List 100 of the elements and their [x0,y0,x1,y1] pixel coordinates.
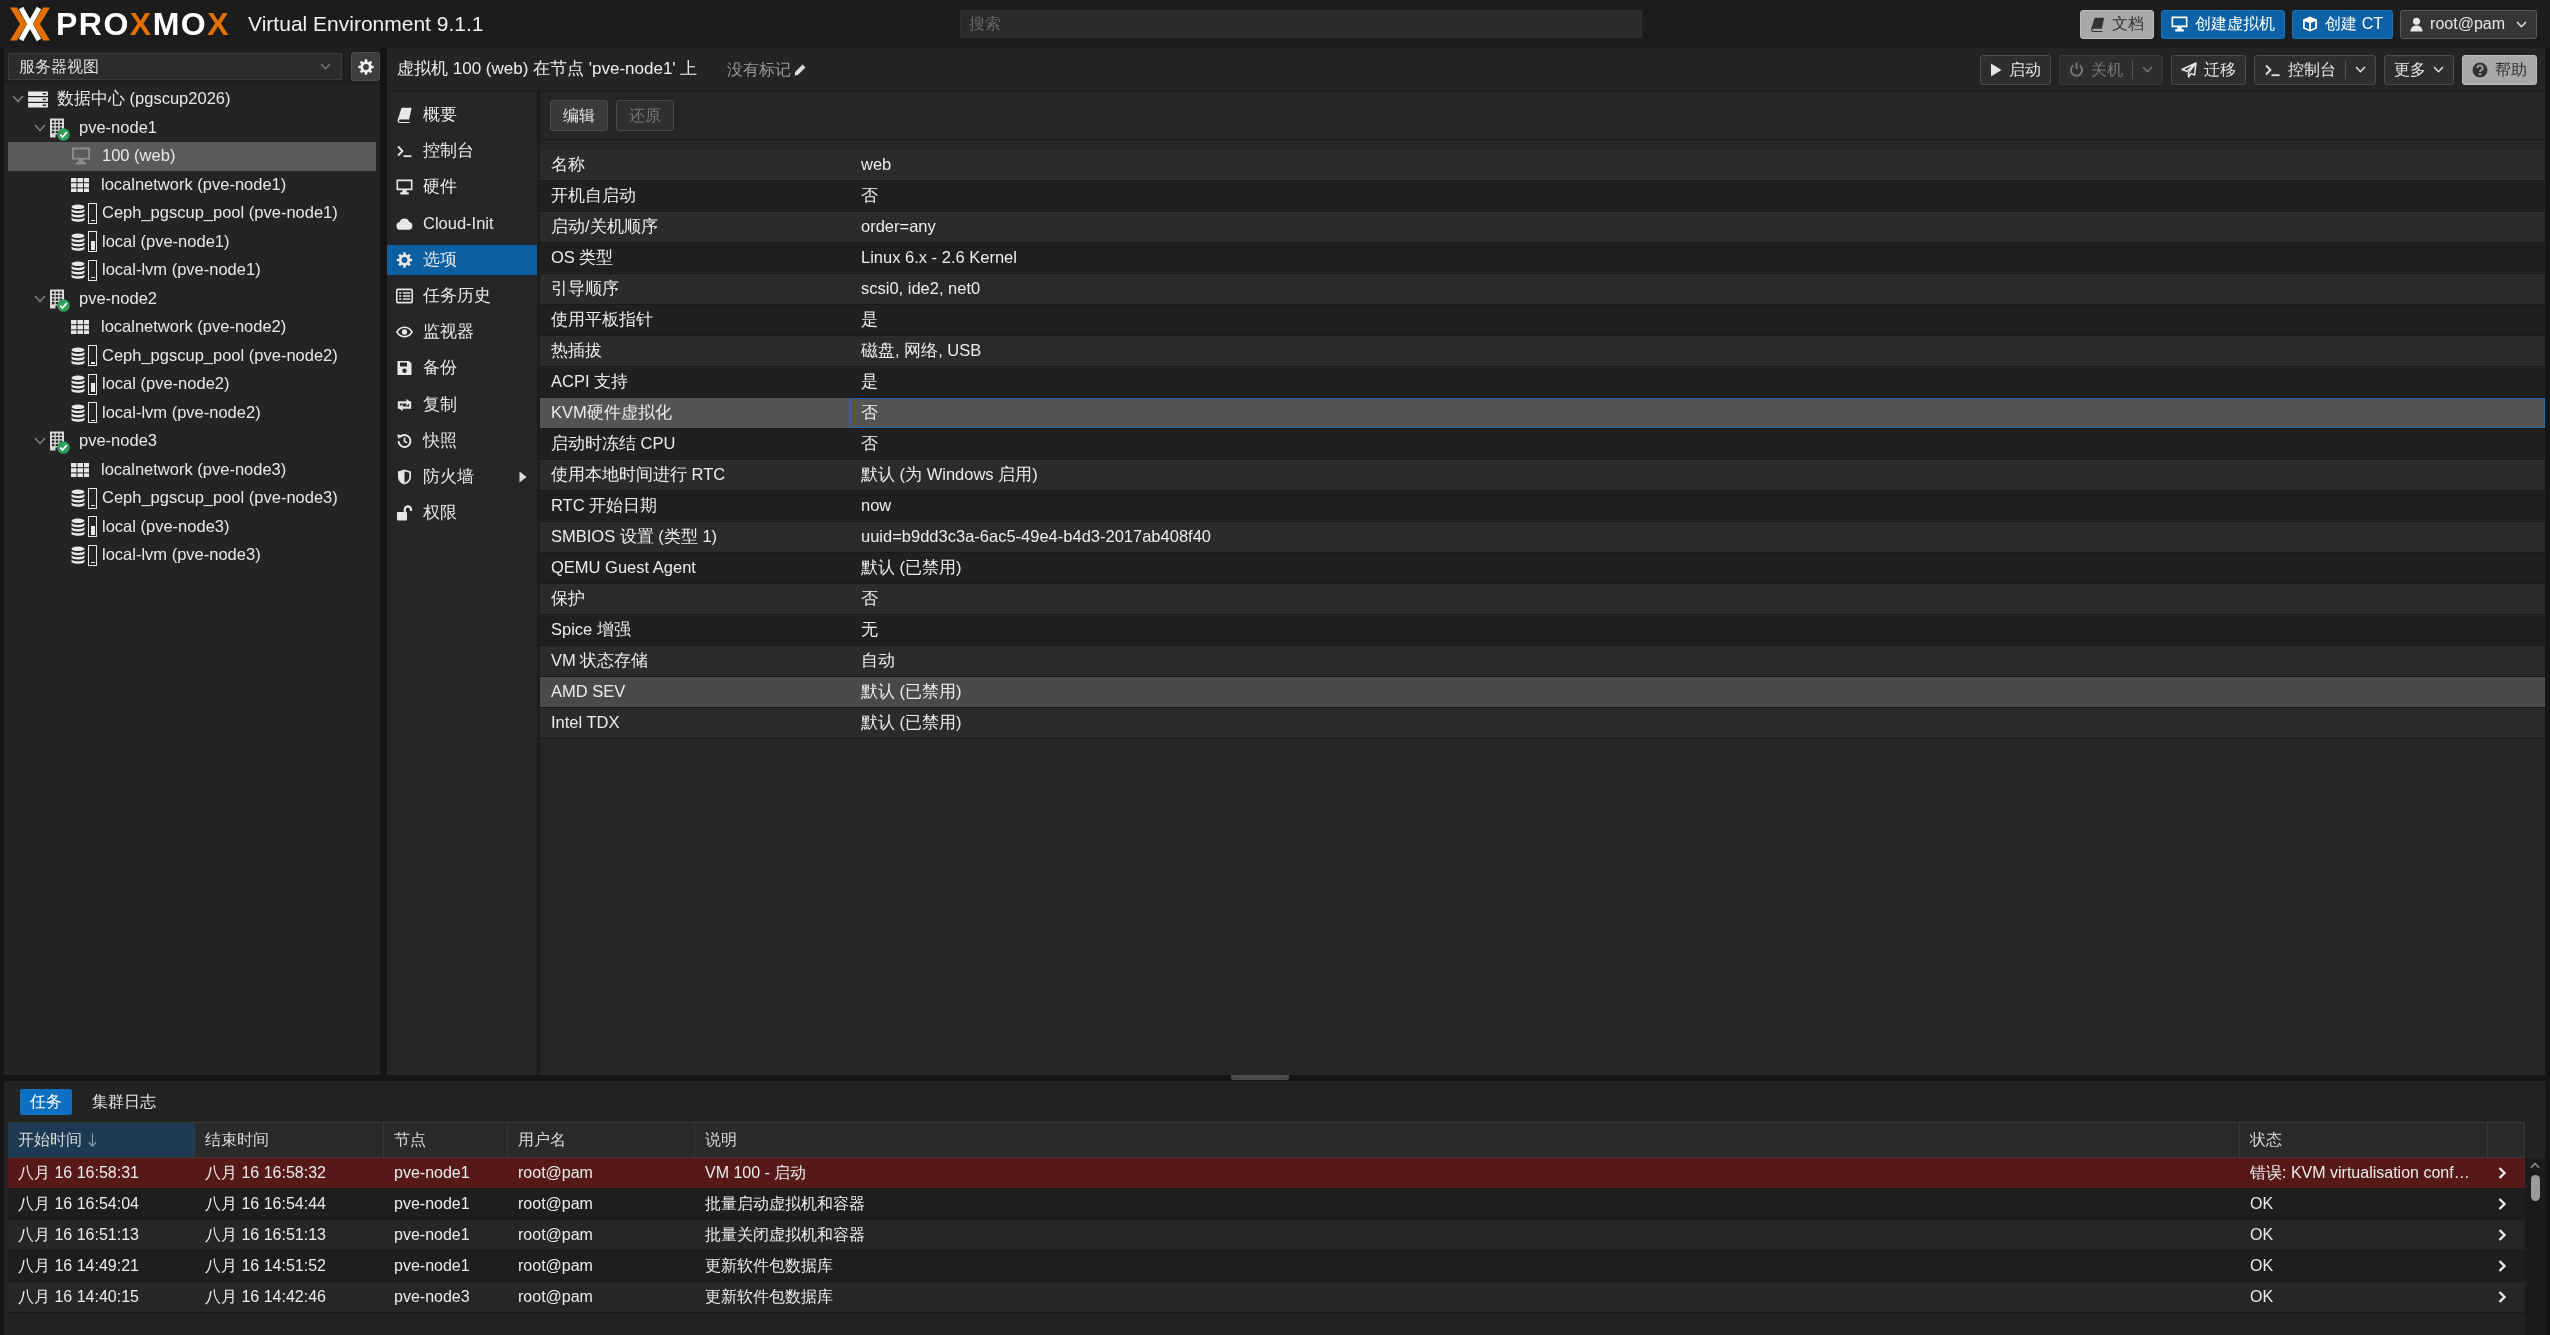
tree-item[interactable]: localnetwork (pve-node2) [8,313,376,342]
nav-menu-item[interactable]: 任务历史 [387,280,537,311]
options-row[interactable]: OS 类型 Linux 6.x - 2.6 Kernel [540,243,2545,274]
database-icon [71,261,85,280]
migrate-button[interactable]: 迁移 [2171,54,2246,85]
options-row[interactable]: ACPI 支持 是 [540,367,2545,398]
status-cell-text: OK [2249,1256,2275,1277]
chevron-right-icon[interactable] [2498,1260,2506,1272]
column-header[interactable]: 说明 [695,1123,2240,1157]
options-row[interactable]: 引导顺序 scsi0, ide2, net0 [540,274,2545,305]
nav-menu-item[interactable]: 控制台 [387,136,537,167]
view-selector-dropdown[interactable]: 服务器视图 [8,53,342,80]
tree-item[interactable]: pve-node1 [8,113,376,142]
nav-menu-item[interactable]: 选项 [387,244,537,275]
start-button[interactable]: 启动 [1980,54,2051,85]
column-header[interactable]: 开始时间 [8,1123,195,1157]
chevron-right-icon[interactable] [2498,1229,2506,1241]
options-row[interactable]: 使用平板指针 是 [540,305,2545,336]
options-row[interactable]: 名称 web [540,150,2545,181]
help-button[interactable]: 帮助 [2462,54,2537,85]
options-row[interactable]: Spice 增强 无 [540,615,2545,646]
property-name-cell-text: QEMU Guest Agent [550,557,697,579]
column-header[interactable]: 用户名 [508,1123,695,1157]
nav-menu-item[interactable]: 防火墙 [387,461,537,492]
tree-item[interactable]: Ceph_pgscup_pool (pve-node1) [8,199,376,228]
nav-menu-item[interactable]: 快照 [387,425,537,456]
property-value-cell-text: 否 [860,588,879,610]
nav-menu-item[interactable]: Cloud-Init [387,208,537,239]
options-row[interactable]: SMBIOS 设置 (类型 1) uuid=b9dd3c3a-6ac5-49e4-b4d3-2017ab408f40 [540,522,2545,553]
create-ct-button[interactable]: 创建 CT [2292,9,2394,39]
tree-item[interactable]: localnetwork (pve-node1) [8,170,376,199]
create-vm-button[interactable]: 创建虚拟机 [2161,9,2286,39]
tree-item[interactable]: local (pve-node3) [8,512,376,541]
task-row[interactable]: 八月 16 16:54:04 八月 16 16:54:44 pve-node1 root@pam 批量启动虚拟机和容器 OK [8,1189,2525,1220]
chevron-right-icon[interactable] [2498,1167,2506,1179]
panel-tab[interactable]: 任务 [20,1088,72,1115]
cube-icon [2302,16,2319,32]
search-field[interactable]: 搜索 [960,10,1642,38]
console-button[interactable]: 控制台 [2254,54,2376,85]
expand-caret-icon[interactable] [34,123,46,132]
tree-item[interactable]: local-lvm (pve-node2) [8,398,376,427]
grid-icon [71,177,89,192]
tree-item[interactable]: pve-node2 [8,284,376,313]
user-menu-button[interactable]: root@pam [2400,9,2537,39]
nav-menu-item[interactable]: 监视器 [387,317,537,348]
tree-item[interactable]: 数据中心 (pgscup2026) [8,85,376,114]
column-header[interactable]: 节点 [384,1123,508,1157]
tree-item[interactable]: local-lvm (pve-node1) [8,256,376,285]
options-row[interactable]: 启动/关机顺序 order=any [540,212,2545,243]
options-row[interactable]: 保护 否 [540,584,2545,615]
expand-caret-icon[interactable] [34,294,46,303]
logo-wordmark: PROXMOX [56,8,231,40]
options-row[interactable]: 启动时冻结 CPU 否 [540,429,2545,460]
expand-caret-icon[interactable] [34,437,46,446]
nav-menu-item[interactable]: 硬件 [387,172,537,203]
tree-item[interactable]: local-lvm (pve-node3) [8,541,376,570]
description-cell-text: 更新软件包数据库 [704,1256,834,1277]
options-row[interactable]: Intel TDX 默认 (已禁用) [540,708,2545,739]
more-button[interactable]: 更多 [2384,54,2454,85]
tree-item[interactable]: local (pve-node1) [8,227,376,256]
options-row[interactable]: KVM硬件虚拟化 否 [540,398,2545,429]
nav-menu-item[interactable]: 权限 [387,498,537,529]
tree-item[interactable]: pve-node3 [8,427,376,456]
chevron-right-icon[interactable] [2498,1198,2506,1210]
scroll-up-icon[interactable] [2530,1162,2540,1169]
tree-item[interactable]: 100 (web) [8,142,376,171]
documentation-button[interactable]: 文档 [2080,9,2155,39]
nav-menu-item[interactable]: 复制 [387,389,537,420]
property-name-cell-text: KVM硬件虚拟化 [550,402,673,424]
property-value-cell-text: order=any [860,216,937,238]
settings-button[interactable] [351,52,380,81]
property-name-cell-text: 使用本地时间进行 RTC [550,464,727,486]
property-name-cell-text: RTC 开始日期 [550,495,659,517]
chevron-right-icon[interactable] [2498,1291,2506,1303]
tree-item[interactable]: localnetwork (pve-node3) [8,455,376,484]
options-row[interactable]: AMD SEV 默认 (已禁用) [540,677,2545,708]
sort-descending-icon [88,1132,97,1148]
options-row[interactable]: 使用本地时间进行 RTC 默认 (为 Windows 启用) [540,460,2545,491]
tree-item[interactable]: local (pve-node2) [8,370,376,399]
column-header[interactable]: 结束时间 [195,1123,384,1157]
column-header[interactable]: 状态 [2240,1123,2488,1157]
panel-tab[interactable]: 集群日志 [82,1088,166,1115]
task-row[interactable]: 八月 16 16:58:31 八月 16 16:58:32 pve-node1 root@pam VM 100 - 启动 错误: KVM virtualisation conf… [8,1158,2525,1189]
options-row[interactable]: 开机自启动 否 [540,181,2545,212]
options-row[interactable]: VM 状态存储 自动 [540,646,2545,677]
nav-menu-item[interactable]: 概要 [387,100,537,130]
end-time-cell-text: 八月 16 16:58:32 [204,1163,327,1184]
tree-item[interactable]: Ceph_pgscup_pool (pve-node3) [8,484,376,513]
scrollbar-thumb[interactable] [2530,1175,2540,1201]
options-row[interactable]: 热插拔 磁盘, 网络, USB [540,336,2545,367]
expand-caret-icon[interactable] [12,95,24,104]
pencil-icon[interactable] [794,63,807,76]
paper-plane-icon [2181,61,2197,78]
tree-item[interactable]: Ceph_pgscup_pool (pve-node2) [8,341,376,370]
options-row[interactable]: RTC 开始日期 now [540,491,2545,522]
nav-menu-item[interactable]: 备份 [387,353,537,384]
splitter-handle[interactable] [1231,1075,1289,1080]
edit-button[interactable]: 编辑 [550,100,608,131]
options-row[interactable]: QEMU Guest Agent 默认 (已禁用) [540,553,2545,584]
task-row[interactable]: 八月 16 14:49:21 八月 16 14:51:52 pve-node1 root@pam 更新软件包数据库 OK [8,1251,2525,1282]
